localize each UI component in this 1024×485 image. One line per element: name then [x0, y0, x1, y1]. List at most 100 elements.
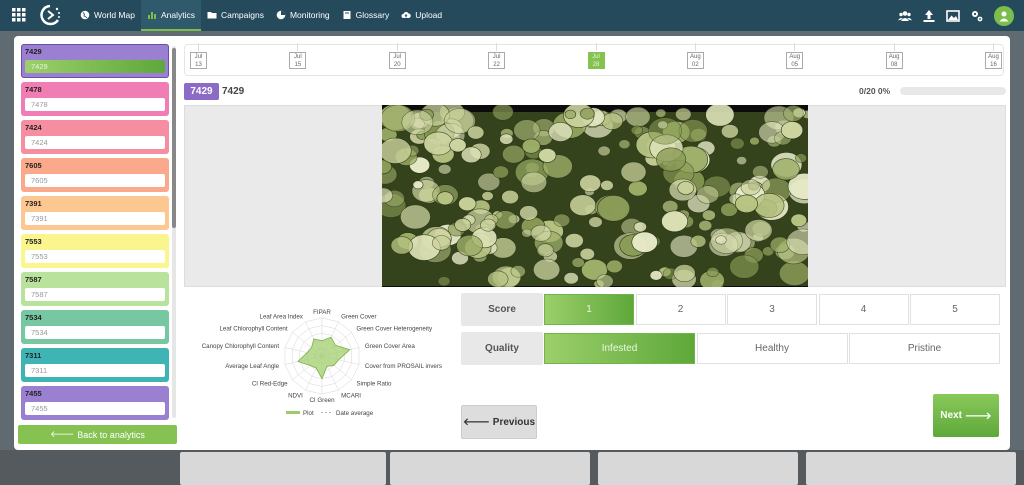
date-tick[interactable]: Aug 16: [985, 52, 1002, 69]
legend-plot-swatch: [286, 411, 300, 414]
plot-name-field[interactable]: 7605: [25, 174, 165, 187]
progress-text: 0/20 0%: [859, 86, 891, 96]
date-day: 02: [692, 62, 699, 68]
plot-name-field[interactable]: 7391: [25, 212, 165, 225]
book-icon: [343, 10, 351, 19]
date-tick[interactable]: Jul 22: [488, 52, 506, 69]
date-day: 05: [791, 62, 799, 68]
date-tick[interactable]: Jul 20: [388, 52, 406, 69]
plot-item[interactable]: 7553 7553: [21, 234, 169, 268]
plot-item[interactable]: 7429 7429: [21, 44, 169, 78]
score-option-4[interactable]: 4: [818, 294, 909, 325]
nav-item-analytics[interactable]: Analytics: [140, 0, 201, 31]
date-day: 13: [195, 62, 202, 68]
date-tick[interactable]: Aug 05: [786, 52, 804, 69]
background-card: [806, 452, 1016, 485]
date-tick[interactable]: Jul 28: [587, 52, 605, 69]
nav-item-campaigns[interactable]: Campaigns: [201, 0, 270, 29]
previous-button-label: Previous: [492, 416, 536, 428]
quality-option-infested[interactable]: Infested: [544, 333, 695, 364]
upload-icon[interactable]: [922, 9, 936, 23]
user-avatar-icon[interactable]: [994, 5, 1014, 26]
users-icon[interactable]: [898, 9, 912, 23]
plot-name-field[interactable]: 7455: [25, 402, 165, 415]
nav-item-monitoring[interactable]: Monitoring: [270, 0, 336, 29]
settings-icon[interactable]: [970, 9, 984, 23]
plot-item[interactable]: 7587 7587: [21, 272, 169, 306]
date-tick[interactable]: Jul 15: [289, 52, 307, 69]
plot-name-field[interactable]: 7311: [25, 364, 165, 377]
timeline-marker: [396, 43, 398, 51]
timeline-marker: [198, 43, 199, 51]
plot-id: 7311: [25, 351, 42, 360]
nav-item-label: World Map: [94, 9, 135, 20]
current-plot-name: 7429: [222, 86, 245, 97]
previous-button[interactable]: 🡐 Previous: [461, 405, 537, 439]
radar-plot-series: [297, 336, 351, 380]
date-month: Aug: [690, 54, 701, 60]
back-to-analytics-button[interactable]: 🡐 Back to analytics: [18, 425, 177, 444]
score-option-1[interactable]: 1: [544, 294, 634, 325]
plot-item[interactable]: 7455 7455: [21, 386, 169, 420]
date-tick[interactable]: Aug 08: [885, 52, 903, 69]
plot-item[interactable]: 7391 7391: [21, 196, 169, 230]
pie-chart-icon: [276, 10, 286, 19]
plot-name-field[interactable]: 7553: [25, 250, 165, 263]
plot-id: 7478: [25, 85, 42, 94]
legend-plot-label: Plot: [303, 410, 314, 417]
plot-item[interactable]: 7311 7311: [21, 348, 169, 382]
radar-axis-label: NDVI: [288, 393, 303, 400]
plot-name-field[interactable]: 7587: [25, 288, 165, 301]
date-month: Aug: [888, 54, 900, 60]
timeline-marker: [893, 43, 895, 51]
nav-item-label: Upload: [415, 9, 443, 20]
plot-name-field[interactable]: 7424: [25, 136, 165, 149]
date-tick[interactable]: Jul 13: [190, 52, 207, 69]
date-month: Jul: [492, 54, 501, 60]
app-logo[interactable]: [38, 4, 62, 26]
nav-item-world-map[interactable]: World Map: [74, 0, 141, 29]
date-month: Aug: [789, 54, 801, 60]
plot-id: 7587: [25, 275, 42, 284]
plot-id: 7424: [25, 123, 42, 132]
score-option-2[interactable]: 2: [635, 294, 726, 325]
plot-item[interactable]: 7424 7424: [21, 120, 169, 154]
plot-list-scrollbar[interactable]: [172, 48, 176, 228]
cloud-upload-icon: [401, 11, 411, 18]
main-nav: World Map Analytics Campaigns Monitoring Glo…: [74, 0, 448, 31]
progress-bar: [900, 87, 1006, 95]
timeline-marker: [297, 43, 299, 51]
plot-name-field[interactable]: 7478: [25, 98, 165, 111]
plot-name-field[interactable]: 7429: [25, 60, 165, 73]
arrow-right-icon: 🡒: [964, 410, 992, 422]
plot-item[interactable]: 7605 7605: [21, 158, 169, 192]
bar-chart-icon: [147, 11, 156, 19]
nav-item-glossary[interactable]: Glossary: [336, 0, 396, 29]
score-option-5[interactable]: 5: [910, 294, 1000, 325]
plot-id: 7455: [25, 389, 42, 398]
plot-item[interactable]: 7534 7534: [21, 310, 169, 344]
image-icon[interactable]: [946, 9, 960, 23]
date-day: 22: [493, 62, 500, 68]
quality-option-pristine[interactable]: Pristine: [849, 333, 1000, 364]
next-button[interactable]: Next 🡒: [933, 394, 999, 437]
apps-grid-icon[interactable]: [12, 8, 26, 22]
back-button-label: Back to analytics: [77, 429, 145, 440]
globe-icon: [80, 10, 90, 19]
plot-item[interactable]: 7478 7478: [21, 82, 169, 116]
quality-option-healthy[interactable]: Healthy: [696, 333, 848, 364]
radar-axis-label: MCARI: [341, 393, 361, 400]
plot-name-field[interactable]: 7534: [25, 326, 165, 339]
background-card: [598, 452, 798, 485]
nav-item-upload[interactable]: Upload: [395, 0, 448, 29]
radar-axis-label: Average Leaf Angle: [225, 363, 279, 370]
plot-photo[interactable]: [382, 105, 808, 287]
date-tick[interactable]: Aug 02: [686, 52, 704, 69]
date-day: 16: [990, 62, 997, 68]
score-option-3[interactable]: 3: [727, 294, 817, 325]
plot-id: 7605: [25, 161, 42, 170]
plot-id: 7534: [25, 313, 42, 322]
radar-axis-label: Canopy Chlorophyll Content: [202, 343, 280, 350]
timeline-marker: [993, 43, 994, 51]
radar-axis-label: CI Red-Edge: [252, 380, 288, 387]
